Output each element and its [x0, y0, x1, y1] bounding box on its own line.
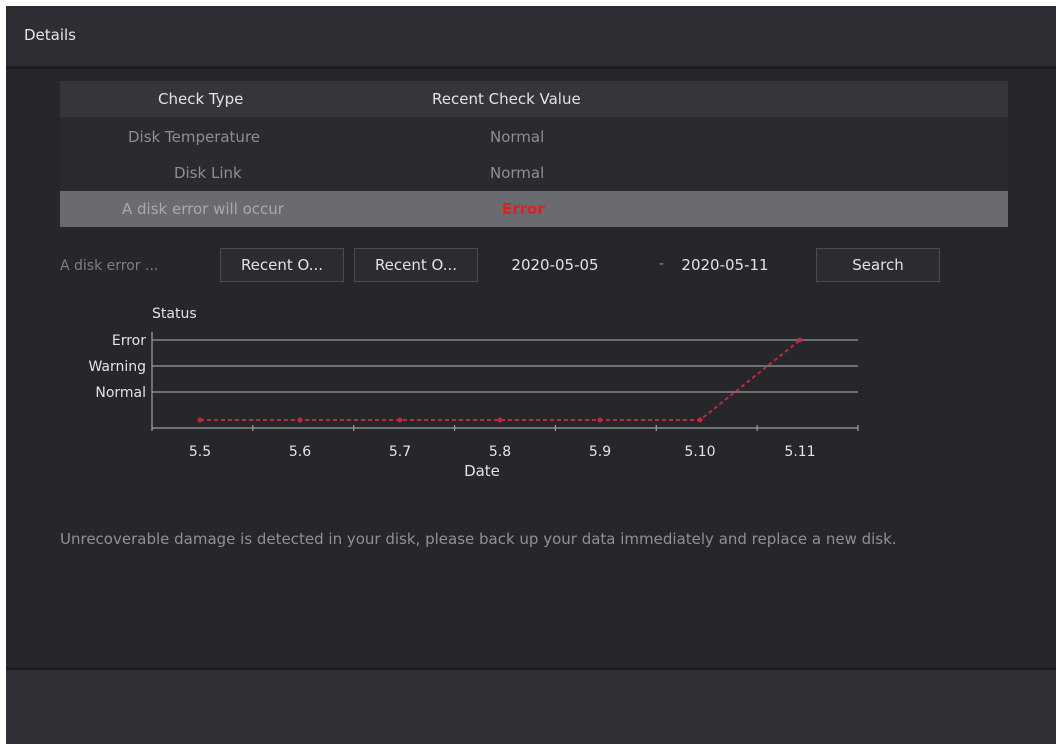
status-point: [497, 417, 503, 423]
check-value-cell: Normal: [490, 128, 545, 146]
check-type-cell: A disk error will occur: [122, 200, 284, 218]
column-header-recent-check-value: Recent Check Value: [432, 90, 581, 108]
table-row[interactable]: A disk error will occur Error: [60, 191, 1008, 227]
check-value-cell: Error: [502, 200, 545, 218]
x-axis-title: Date: [464, 462, 500, 480]
footer-bar: [6, 668, 1056, 744]
window-title: Details: [24, 26, 77, 44]
x-tick-label: 5.10: [684, 444, 715, 460]
y-tick-label: Warning: [88, 359, 146, 375]
status-point: [397, 417, 403, 423]
recent-period-button-2[interactable]: Recent O...: [354, 248, 478, 282]
chart-axes: [151, 332, 859, 431]
table-row[interactable]: Disk Temperature Normal: [60, 119, 1008, 155]
check-table: Check Type Recent Check Value Disk Tempe…: [60, 81, 1008, 227]
status-chart: Status NormalWarningError 5.5 5.6 5.7 5.8 5.…: [88, 306, 859, 480]
y-tick-labels: Normal Warning Error: [88, 333, 146, 401]
check-type-cell: Disk Temperature: [128, 128, 261, 146]
check-type-filter-label: A disk error ...: [60, 258, 159, 274]
x-tick-label: 5.5: [189, 444, 211, 460]
status-point: [797, 337, 803, 343]
disk-damage-notice: Unrecoverable damage is detected in your…: [60, 530, 897, 548]
search-button[interactable]: Search: [816, 248, 940, 282]
start-date-field[interactable]: 2020-05-05: [500, 248, 610, 282]
status-point: [697, 417, 703, 423]
grid-lines: [152, 339, 858, 393]
date-range-separator: -: [659, 256, 665, 272]
details-window: Details Check Type Recent Check Value Di…: [6, 6, 1056, 744]
x-tick-label: 5.11: [784, 444, 815, 460]
chart-title: Status: [152, 306, 197, 322]
check-type-cell: Disk Link: [174, 164, 242, 182]
x-tick-labels: 5.5 5.6 5.7 5.8 5.9 5.10 5.11: [189, 444, 816, 460]
y-tick-label: Error: [112, 333, 146, 349]
column-header-check-type: Check Type: [158, 90, 244, 108]
check-value-cell: Normal: [490, 164, 545, 182]
status-point: [297, 417, 303, 423]
table-row[interactable]: Disk Link Normal: [60, 155, 1008, 191]
x-tick-label: 5.8: [489, 444, 511, 460]
status-series: [197, 337, 803, 423]
status-point: [197, 417, 203, 423]
status-line: [200, 339, 801, 421]
end-date-field[interactable]: 2020-05-11: [670, 248, 780, 282]
y-tick-label: Normal: [95, 385, 146, 401]
table-header: Check Type Recent Check Value: [60, 81, 1008, 117]
x-tick-label: 5.9: [589, 444, 611, 460]
filter-bar: A disk error ... Recent O... Recent O...…: [6, 246, 1056, 286]
title-bar: Details: [6, 6, 1056, 69]
recent-period-button-1[interactable]: Recent O...: [220, 248, 344, 282]
x-tick-label: 5.7: [389, 444, 411, 460]
status-point: [597, 417, 603, 423]
x-tick-label: 5.6: [289, 444, 311, 460]
